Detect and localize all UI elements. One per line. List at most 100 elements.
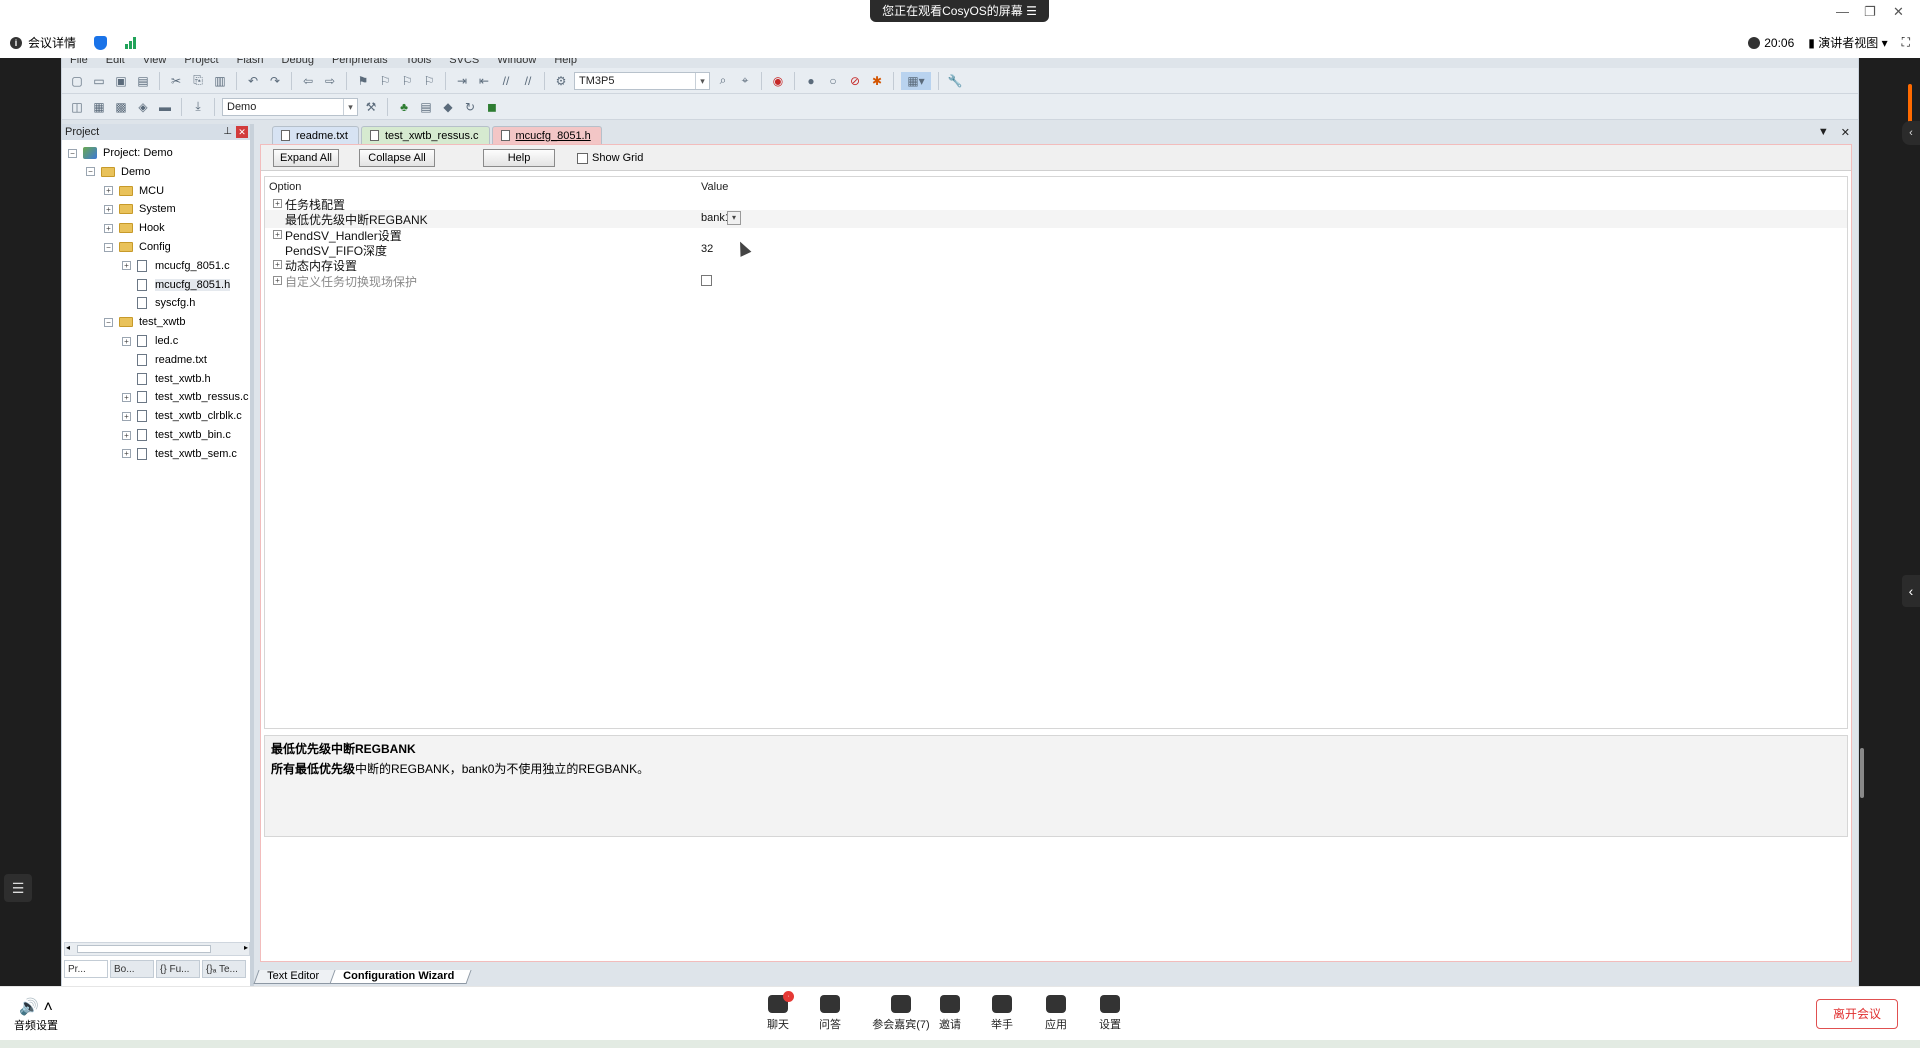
expand-icon[interactable]: + [273, 260, 282, 270]
undo-icon[interactable]: ↶ [244, 72, 262, 90]
configure-icon[interactable]: 🔧 [946, 72, 964, 90]
chat-button[interactable]: · 聊天 [756, 991, 800, 1032]
pack-installer-icon[interactable]: ◼ [483, 98, 501, 116]
audio-settings-button[interactable]: 🔊 ˄ 音频设置 [14, 997, 58, 1033]
expand-icon[interactable]: + [104, 186, 113, 196]
cut-icon[interactable]: ✂ [167, 72, 185, 90]
tree-folder-item[interactable]: + MCU [104, 182, 164, 200]
save-all-icon[interactable]: ▤ [134, 72, 152, 90]
tree-file-item[interactable]: syscfg.h [122, 294, 195, 312]
translate-icon[interactable]: ◫ [68, 98, 86, 116]
select-packs-icon[interactable]: ↻ [461, 98, 479, 116]
collapse-all-button[interactable]: Collapse All [359, 149, 435, 167]
tree-file-item[interactable]: readme.txt [122, 351, 207, 369]
question-button[interactable]: 问答 [808, 995, 852, 1032]
expand-icon[interactable]: + [122, 411, 131, 421]
signal-icon[interactable] [125, 36, 137, 49]
tree-file-item[interactable]: + test_xwtb_sem.c [122, 445, 237, 463]
expand-icon[interactable]: + [104, 204, 113, 214]
scroll-right-icon[interactable]: ▸ [244, 943, 248, 952]
tree-file-item[interactable]: + test_xwtb_ressus.c [122, 388, 249, 406]
scrollbar-thumb[interactable] [77, 945, 211, 953]
pane-tab-0[interactable]: Pr... [64, 960, 108, 978]
file-tab-1[interactable]: test_xwtb_ressus.c [360, 126, 490, 144]
open-icon[interactable]: ▭ [90, 72, 108, 90]
invite-button[interactable]: 邀请 [928, 995, 972, 1032]
meeting-info-label[interactable]: 会议详情 [28, 34, 76, 51]
nav-forward-icon[interactable]: ⇨ [321, 72, 339, 90]
redo-icon[interactable]: ↷ [266, 72, 284, 90]
tree-folder-item[interactable]: − test_xwtb [104, 313, 185, 331]
chevron-down-icon[interactable]: ▾ [695, 72, 709, 89]
settings-button[interactable]: 设置 [1088, 995, 1132, 1032]
horizontal-scrollbar[interactable]: ◂ ▸ [64, 942, 250, 956]
stop-build-icon[interactable]: ▬ [156, 98, 174, 116]
collapse-icon[interactable]: − [86, 167, 95, 177]
tree-file-item[interactable]: mcucfg_8051.h [122, 276, 231, 294]
file-tab-0[interactable]: readme.txt [272, 126, 359, 144]
option-value[interactable]: 32 [701, 243, 713, 255]
expand-icon[interactable]: + [273, 229, 282, 239]
close-icon[interactable]: ✕ [236, 126, 248, 138]
expand-icon[interactable]: + [122, 261, 131, 271]
find-icon[interactable]: ⌕ [714, 72, 732, 90]
tree-folder-item[interactable]: − Config [104, 238, 171, 256]
breakpoint-kill-icon[interactable]: ⊘ [846, 72, 864, 90]
scroll-left-icon[interactable]: ◂ [66, 943, 70, 952]
share-banner[interactable]: 您正在观看CosyOS的屏幕 ☰ [870, 0, 1049, 22]
find-in-files-icon[interactable]: ⚙ [552, 72, 570, 90]
tree-folder-item[interactable]: + System [104, 200, 176, 218]
option-checkbox[interactable] [701, 274, 712, 286]
bookmark-prev-icon[interactable]: ⚐ [376, 72, 394, 90]
tab-text-editor[interactable]: Text Editor [253, 970, 337, 984]
tree-file-item[interactable]: + test_xwtb_clrblk.c [122, 407, 242, 425]
view-selector[interactable]: ▮ 演讲者视图 ▾ [1808, 34, 1887, 51]
minimize-icon[interactable]: — [1836, 4, 1849, 19]
expand-icon[interactable]: + [122, 430, 131, 440]
bookmark-next-icon[interactable]: ⚐ [398, 72, 416, 90]
uncomment-icon[interactable]: // [519, 72, 537, 90]
expand-icon[interactable]: + [273, 199, 282, 208]
incremental-find-icon[interactable]: ⌖ [736, 72, 754, 90]
chevron-down-icon[interactable]: ▾ [343, 98, 357, 115]
expand-all-button[interactable]: Expand All [273, 149, 339, 167]
leave-meeting-button[interactable]: 离开会议 [1816, 999, 1898, 1029]
bookmark-icon[interactable]: ⚑ [354, 72, 372, 90]
tree-file-item[interactable]: test_xwtb.h [122, 370, 211, 388]
restore-icon[interactable]: ❐ [1864, 4, 1876, 20]
breakpoint-all-icon[interactable]: ✱ [868, 72, 886, 90]
option-row[interactable]: + 自定义任务切换现场保护 [265, 272, 1847, 290]
list-icon[interactable]: ☰ [4, 874, 32, 902]
meeting-info[interactable]: i 会议详情 [10, 34, 137, 51]
copy-icon[interactable]: ⎘ [189, 72, 207, 90]
expand-icon[interactable]: + [122, 392, 131, 402]
target-combo[interactable]: Demo ▾ [222, 97, 358, 116]
fullscreen-icon[interactable]: ⛶ [1902, 35, 1910, 50]
hand-button[interactable]: 举手 [980, 995, 1024, 1032]
window-layout-icon[interactable]: ▦▾ [901, 71, 931, 90]
tab-configuration-wizard[interactable]: Configuration Wizard [329, 970, 472, 984]
expand-icon[interactable]: + [273, 275, 282, 285]
pane-tab-2[interactable]: {} Fu... [156, 960, 200, 978]
collapse-icon[interactable]: − [104, 242, 113, 252]
expand-icon[interactable]: + [104, 223, 113, 233]
nav-back-icon[interactable]: ⇦ [299, 72, 317, 90]
tree-file-item[interactable]: + mcucfg_8051.c [122, 257, 230, 275]
expand-panel-icon[interactable]: ‹ [1902, 575, 1920, 607]
shield-icon[interactable] [94, 35, 108, 50]
show-grid-checkbox[interactable] [577, 152, 588, 164]
chevron-down-icon[interactable]: ▾ [727, 211, 741, 226]
comment-icon[interactable]: // [497, 72, 515, 90]
apps-button[interactable]: 应用 [1034, 995, 1078, 1032]
expand-icon[interactable]: + [122, 336, 131, 346]
view-label[interactable]: 演讲者视图 [1818, 36, 1878, 50]
bookmark-clear-icon[interactable]: ⚐ [420, 72, 438, 90]
tree-file-item[interactable]: + test_xwtb_bin.c [122, 426, 231, 444]
build-icon[interactable]: ▦ [90, 98, 108, 116]
unindent-icon[interactable]: ⇤ [475, 72, 493, 90]
tree-folder-item[interactable]: − Demo [86, 163, 150, 181]
file-extensions-icon[interactable]: ▤ [417, 98, 435, 116]
tree-folder-item[interactable]: + Hook [104, 219, 165, 237]
batch-build-icon[interactable]: ◈ [134, 98, 152, 116]
pin-icon[interactable]: ⊥ [223, 124, 232, 140]
